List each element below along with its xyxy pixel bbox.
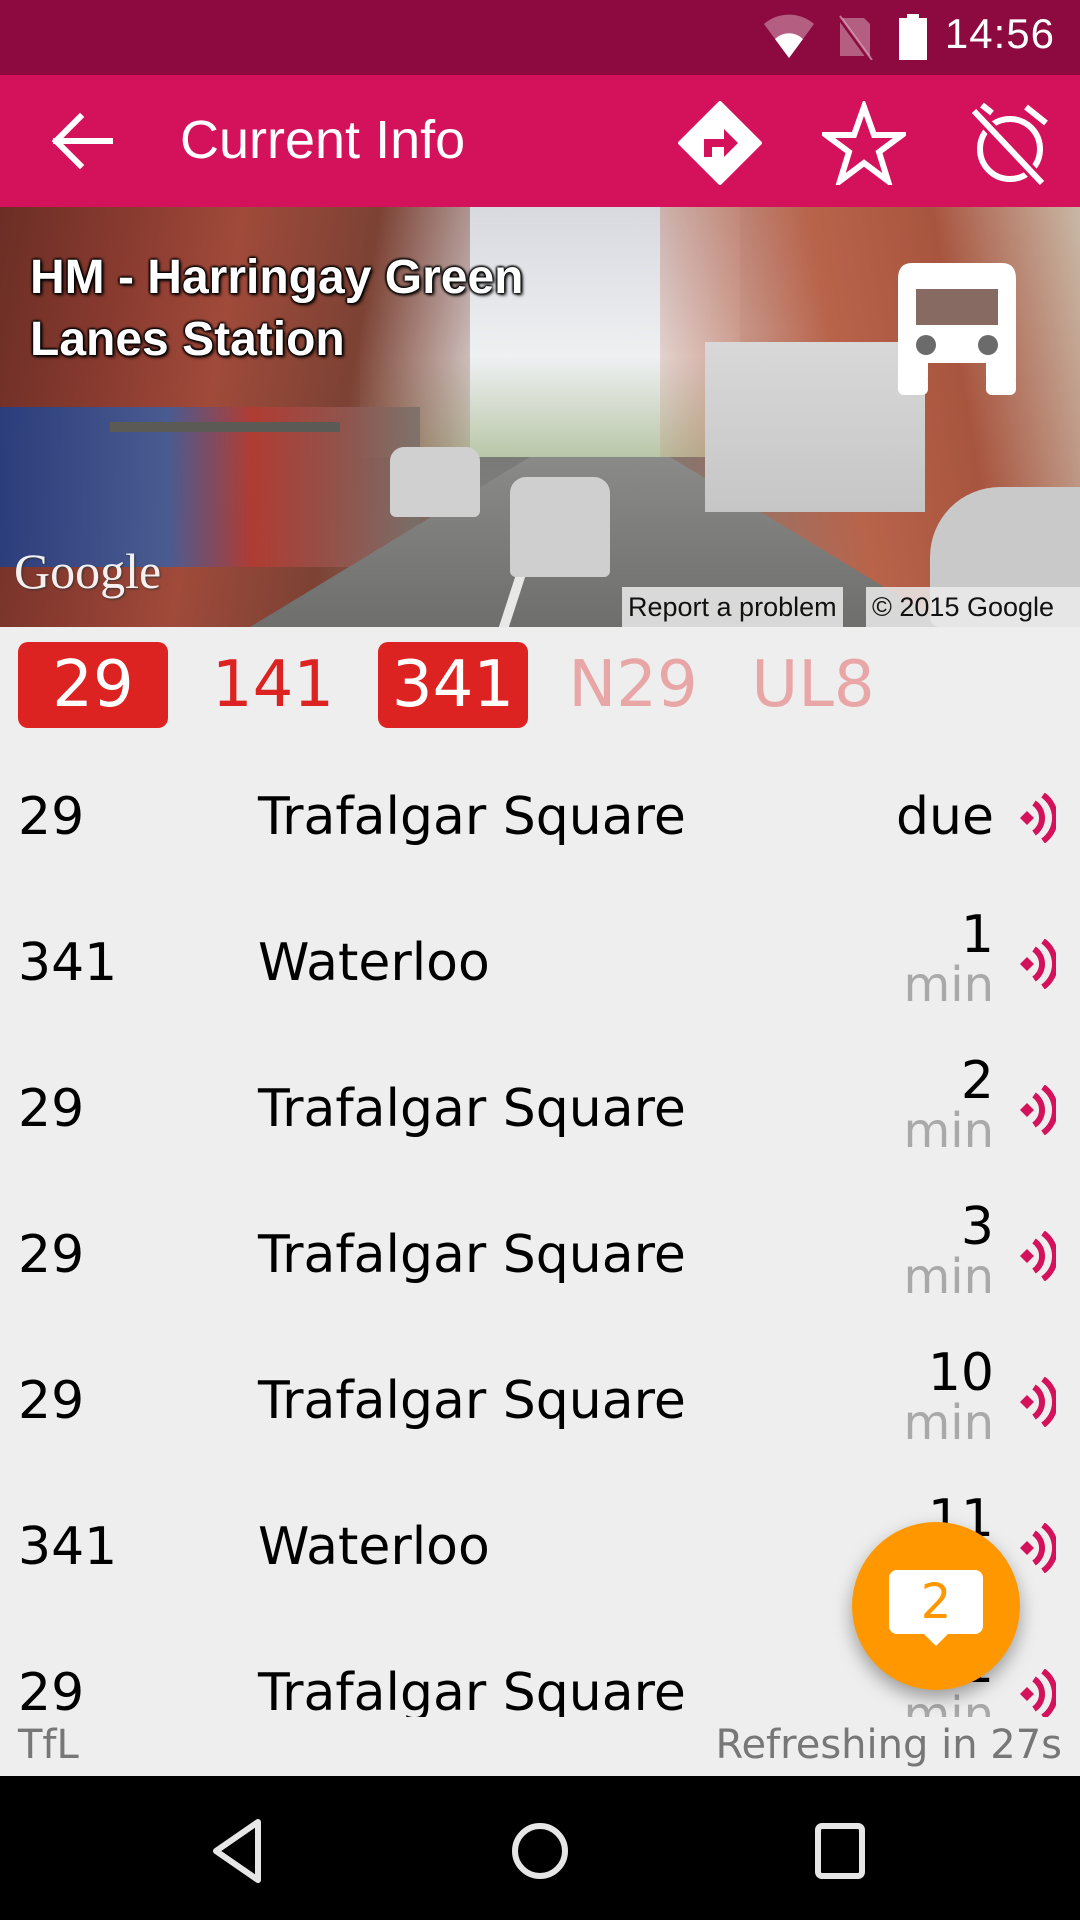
live-tracking-icon (1020, 793, 1056, 843)
arrival-eta-unit: min (903, 1395, 994, 1451)
live-tracking-icon (1020, 939, 1056, 989)
route-filter-chips: 29 141 341 N29 UL8 (0, 642, 1080, 728)
arrival-eta-unit: min (903, 1687, 994, 1717)
wifi-icon (764, 14, 814, 58)
live-tracking-icon (1020, 1523, 1056, 1573)
arrival-eta-unit: min (903, 1103, 994, 1159)
star-outline-icon[interactable] (822, 101, 906, 185)
live-tracking-icon (1020, 1377, 1056, 1427)
street-view-truck (705, 342, 925, 512)
arrival-route: 29 (18, 1079, 85, 1139)
arrival-row[interactable]: 29 Trafalgar Square 10 min (0, 1329, 1080, 1475)
directions-icon[interactable] (678, 101, 762, 185)
status-bar: 14:56 (0, 0, 1080, 75)
arrival-route: 29 (18, 787, 85, 847)
arrival-destination: Trafalgar Square (258, 1663, 686, 1717)
arrival-destination: Trafalgar Square (258, 1079, 686, 1139)
street-view-car (510, 477, 610, 577)
app-toolbar: Current Info (0, 75, 1080, 207)
arrival-route: 341 (18, 1517, 118, 1577)
page-title: Current Info (180, 110, 466, 170)
status-time: 14:56 (944, 10, 1055, 57)
arrival-destination: Waterloo (258, 933, 490, 993)
live-tracking-icon (1020, 1231, 1056, 1281)
google-watermark: Google (14, 543, 162, 599)
route-chip-29[interactable]: 29 (18, 642, 168, 728)
arrival-route: 29 (18, 1371, 85, 1431)
arrow-back-icon[interactable] (50, 111, 114, 171)
arrival-destination: Waterloo (258, 1517, 490, 1577)
arrival-eta-unit: min (903, 1249, 994, 1305)
alarm-off-icon[interactable] (966, 101, 1050, 185)
route-chip-n29[interactable]: N29 (558, 642, 708, 728)
arrival-route: 341 (18, 933, 118, 993)
arrival-eta: 10 (927, 1343, 994, 1403)
arrival-eta: 3 (960, 1197, 994, 1257)
route-chip-341[interactable]: 341 (378, 642, 528, 728)
recents-nav-icon[interactable] (800, 1816, 880, 1886)
copyright-label: © 2015 Google (866, 587, 1080, 627)
home-nav-icon[interactable] (500, 1816, 580, 1886)
arrival-route: 29 (18, 1225, 85, 1285)
arrival-row[interactable]: 29 Trafalgar Square due (0, 745, 1080, 891)
arrival-row[interactable]: 29 Trafalgar Square 3 min (0, 1183, 1080, 1329)
route-chip-ul8[interactable]: UL8 (738, 642, 888, 728)
arrival-eta-unit: min (903, 957, 994, 1013)
street-view-image[interactable]: HM - Harringay Green Lanes Station Googl… (0, 207, 1080, 627)
arrival-eta: 1 (960, 905, 994, 965)
message-bubble-tail (922, 1632, 950, 1646)
bus-icon (898, 263, 1016, 395)
arrival-row[interactable]: 341 Waterloo 1 min (0, 891, 1080, 1037)
live-tracking-icon (1020, 1085, 1056, 1135)
battery-full-icon (899, 14, 927, 60)
street-view-bus-shelter (110, 422, 340, 432)
no-sim-icon (836, 14, 873, 60)
arrival-eta: 2 (960, 1051, 994, 1111)
live-tracking-icon (1020, 1669, 1056, 1717)
stop-name: HM - Harringay Green Lanes Station (30, 251, 524, 366)
back-nav-icon[interactable] (200, 1816, 280, 1886)
arrival-destination: Trafalgar Square (258, 1371, 686, 1431)
report-problem-link[interactable]: Report a problem (622, 587, 843, 627)
arrival-eta: due (896, 787, 994, 847)
messages-fab[interactable]: 2 (852, 1522, 1020, 1690)
system-nav-bar (0, 1776, 1080, 1920)
arrival-route: 29 (18, 1663, 85, 1717)
street-view-car (390, 447, 480, 517)
arrival-row[interactable]: 29 Trafalgar Square 2 min (0, 1037, 1080, 1183)
arrival-destination: Trafalgar Square (258, 787, 686, 847)
messages-count: 2 (920, 1574, 952, 1630)
refresh-countdown: Refreshing in 27s (715, 1722, 1062, 1768)
arrival-destination: Trafalgar Square (258, 1225, 686, 1285)
route-chip-141[interactable]: 141 (198, 642, 348, 728)
data-source-label: TfL (18, 1722, 79, 1768)
